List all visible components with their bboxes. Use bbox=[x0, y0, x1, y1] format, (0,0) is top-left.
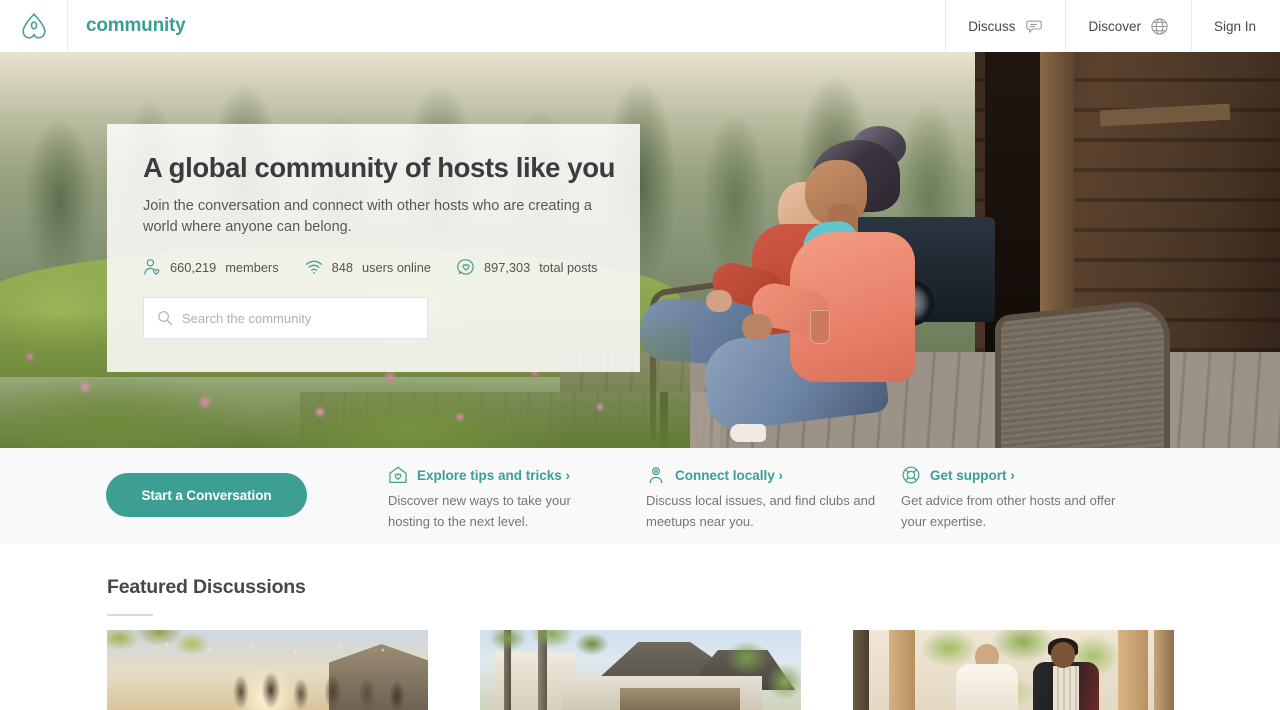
action-get-support-desc: Get advice from other hosts and offer yo… bbox=[901, 493, 1116, 529]
door-frame-outer-left bbox=[853, 630, 869, 710]
people-silhouettes bbox=[225, 662, 415, 710]
action-connect-locally-desc: Discuss local issues, and find clubs and… bbox=[646, 493, 876, 529]
action-explore-tips-desc: Discover new ways to take your hosting t… bbox=[388, 493, 571, 529]
search-input[interactable] bbox=[182, 310, 414, 326]
door-frame-left bbox=[889, 630, 915, 710]
globe-icon bbox=[1150, 17, 1169, 36]
drinking-glass bbox=[810, 310, 830, 344]
nav-item-discover[interactable]: Discover bbox=[1065, 0, 1191, 52]
action-get-support-link[interactable]: Get support › bbox=[930, 468, 1015, 483]
thatched-roof-house-photo bbox=[480, 630, 801, 710]
site-header: community Discuss Discover Sign In bbox=[0, 0, 1280, 52]
action-connect-locally-head: Connect locally › bbox=[646, 465, 876, 485]
action-explore-tips-head: Explore tips and tricks › bbox=[388, 465, 593, 485]
foliage-right bbox=[717, 634, 801, 710]
nav-label-discuss: Discuss bbox=[968, 18, 1016, 34]
action-strip: Start a Conversation Explore tips and tr… bbox=[0, 448, 1280, 543]
featured-cards bbox=[0, 630, 1280, 710]
community-stats: 660,219 members 848 users online 897,303… bbox=[143, 258, 640, 276]
string-lights bbox=[147, 636, 417, 658]
featured-card[interactable] bbox=[480, 630, 801, 710]
cabin-beam bbox=[1040, 52, 1074, 352]
stat-users-online-value: 848 bbox=[331, 259, 353, 275]
hero-overlay-panel: A global community of hosts like you Joi… bbox=[107, 124, 640, 372]
featured-card[interactable] bbox=[853, 630, 1174, 710]
nav-item-discuss[interactable]: Discuss bbox=[945, 0, 1065, 52]
airbnb-belo-icon bbox=[21, 12, 47, 40]
action-get-support-head: Get support › bbox=[901, 465, 1136, 485]
hero-title: A global community of hosts like you bbox=[143, 152, 615, 183]
location-person-icon bbox=[646, 465, 666, 485]
stat-users-online: 848 users online bbox=[305, 258, 431, 276]
search-icon bbox=[157, 310, 173, 326]
stat-total-posts-value: 897,303 bbox=[483, 259, 531, 275]
action-explore-tips: Explore tips and tricks › Discover new w… bbox=[388, 465, 593, 532]
stat-members-value: 660,219 bbox=[170, 259, 217, 275]
featured-discussions-title: Featured Discussions bbox=[107, 576, 306, 598]
sign-in-button[interactable]: Sign In bbox=[1190, 0, 1280, 52]
speech-bubble-icon bbox=[1024, 17, 1043, 36]
logo-cell[interactable] bbox=[0, 0, 68, 52]
action-connect-locally-link[interactable]: Connect locally › bbox=[675, 468, 783, 483]
woman-right-shoe bbox=[730, 424, 766, 442]
man-shirt bbox=[1053, 666, 1079, 710]
action-explore-tips-link[interactable]: Explore tips and tricks › bbox=[417, 468, 570, 483]
featured-card[interactable] bbox=[107, 630, 428, 710]
hero-section: A global community of hosts like you Joi… bbox=[0, 52, 1280, 448]
woman-left-hand bbox=[706, 290, 732, 312]
stat-total-posts-label: total posts bbox=[539, 259, 598, 275]
wifi-icon bbox=[305, 258, 323, 276]
section-divider bbox=[107, 614, 153, 616]
woman-dress bbox=[956, 664, 1018, 710]
stat-users-online-label: users online bbox=[361, 259, 431, 275]
foliage bbox=[480, 630, 620, 688]
door-frame-right bbox=[1118, 630, 1148, 710]
header-spacer bbox=[186, 0, 946, 52]
lifebuoy-icon bbox=[901, 465, 921, 485]
featured-discussions-section: Featured Discussions bbox=[0, 543, 1280, 710]
action-strip-inner: Start a Conversation Explore tips and tr… bbox=[0, 448, 1280, 543]
stat-total-posts: 897,303 total posts bbox=[457, 258, 598, 276]
sign-in-label: Sign In bbox=[1213, 18, 1256, 34]
brand-name[interactable]: community bbox=[68, 0, 186, 52]
door-frame-outer-right bbox=[1154, 630, 1174, 710]
house-heart-icon bbox=[388, 465, 408, 485]
start-conversation-button[interactable]: Start a Conversation bbox=[106, 473, 307, 517]
action-get-support: Get support › Get advice from other host… bbox=[901, 465, 1136, 532]
nav-label-discover: Discover bbox=[1088, 18, 1141, 34]
bubble-heart-icon bbox=[457, 258, 475, 276]
stat-members: 660,219 members bbox=[143, 258, 279, 276]
action-connect-locally: Connect locally › Discuss local issues, … bbox=[646, 465, 876, 532]
person-heart-icon bbox=[143, 258, 161, 276]
woman-right-hand bbox=[742, 314, 772, 340]
man-head bbox=[1051, 642, 1075, 668]
sunset-gathering-photo bbox=[107, 630, 428, 710]
search-box[interactable] bbox=[143, 297, 428, 339]
hosts-greeting-guests-photo bbox=[853, 630, 1174, 710]
hero-subtitle: Join the conversation and connect with o… bbox=[143, 198, 592, 235]
stat-members-label: members bbox=[225, 259, 279, 275]
lounge-chair-right-back bbox=[995, 297, 1170, 448]
